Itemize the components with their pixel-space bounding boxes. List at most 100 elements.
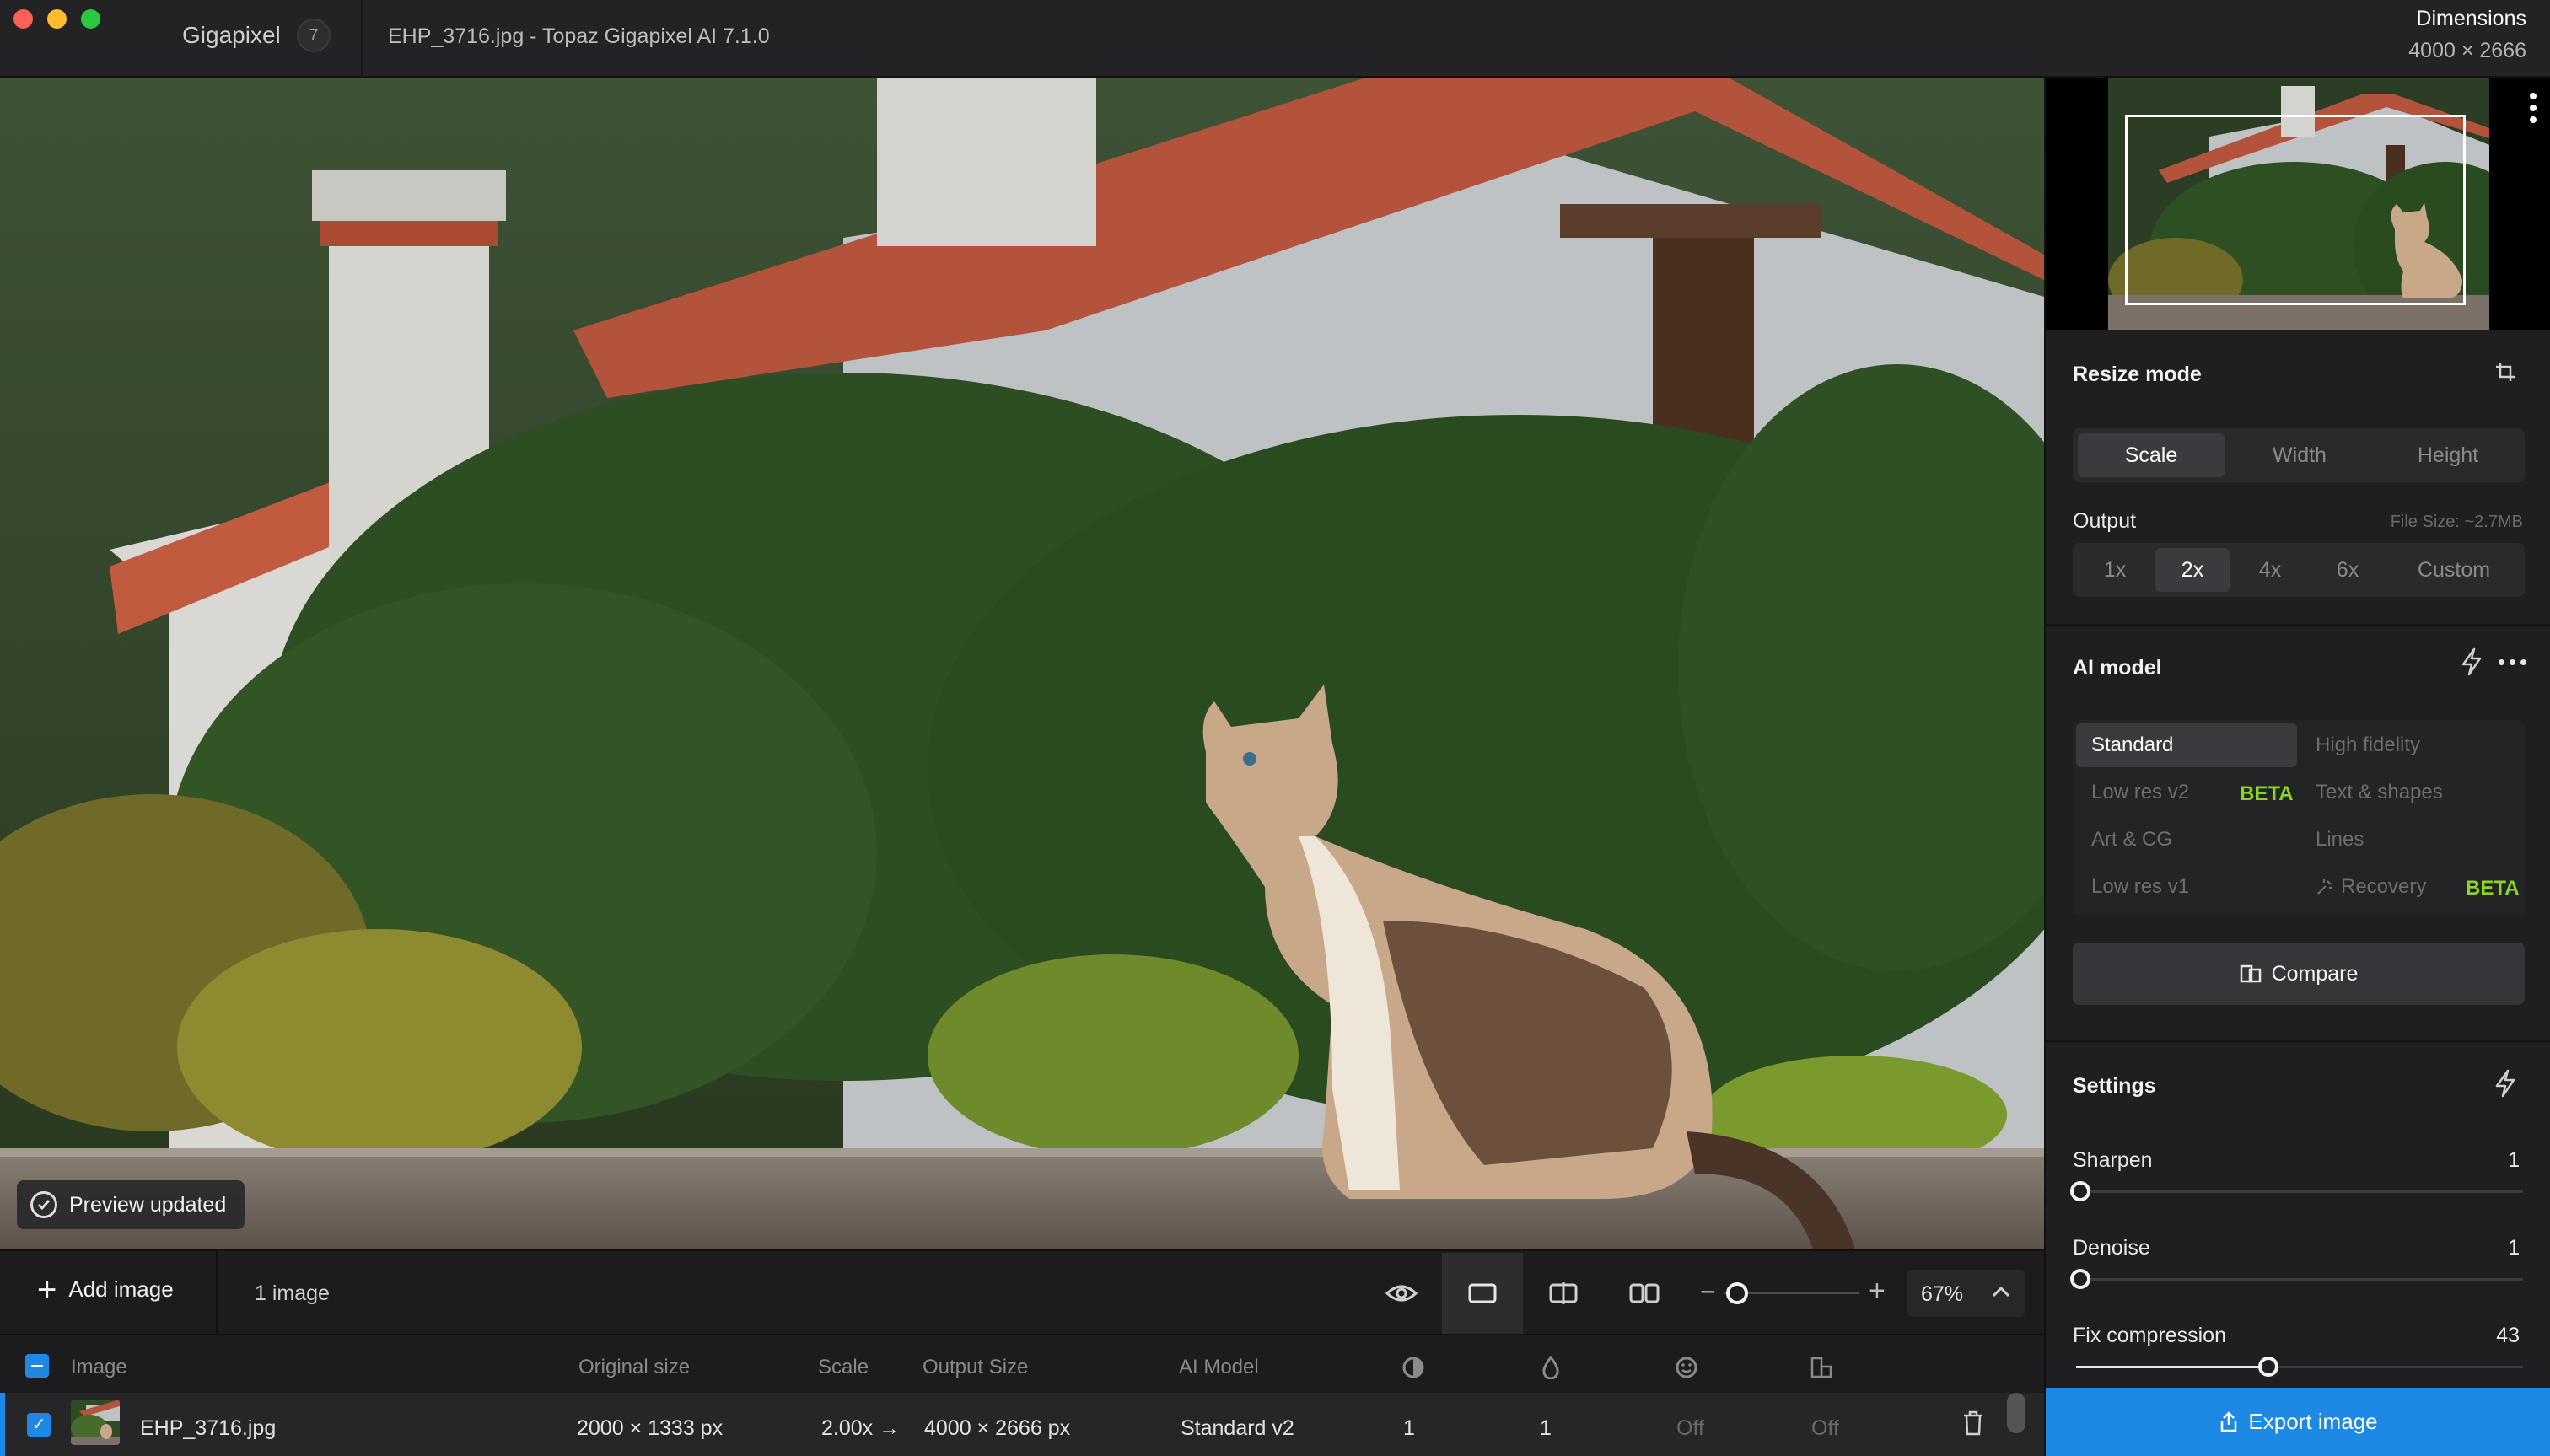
navigator-thumbnail[interactable] [2046, 78, 2550, 330]
lightning-icon[interactable] [2461, 647, 2483, 680]
toast-text: Preview updated [69, 1192, 227, 1217]
header-original-size[interactable]: Original size [578, 1356, 690, 1379]
model-standard[interactable]: Standard [2076, 723, 2297, 767]
toolbar-divider [216, 1251, 218, 1335]
sharpen-slider[interactable] [2070, 1181, 2523, 1201]
recovery-icon [2317, 879, 2332, 895]
crop-icon[interactable] [2494, 361, 2516, 387]
dimensions-value: 4000 × 2666 [2408, 39, 2526, 62]
dimensions-label: Dimensions [2416, 7, 2526, 30]
model-recovery-label: Recovery [2341, 875, 2427, 898]
image-count: 1 image [255, 1281, 330, 1305]
file-size-estimate: File Size: ~2.7MB [2390, 513, 2523, 531]
output-1x[interactable]: 1x [2078, 548, 2152, 592]
split-view-button[interactable] [1523, 1253, 1604, 1334]
table-header: Image Original size Scale Output Size AI… [0, 1334, 2044, 1393]
resize-mode-title: Resize mode [2073, 363, 2202, 386]
fix-compression-label: Fix compression [2073, 1324, 2226, 1347]
check-circle-icon [30, 1191, 57, 1218]
zoom-percent: 67% [1921, 1282, 1964, 1306]
title-divider [361, 0, 363, 78]
header-ai-model[interactable]: AI Model [1179, 1356, 1259, 1379]
model-art-cg[interactable]: Art & CG [2076, 818, 2297, 862]
row-denoise: 1 [1540, 1416, 1552, 1440]
header-image[interactable]: Image [71, 1356, 127, 1379]
trash-icon[interactable] [1961, 1410, 1985, 1443]
row-checkbox[interactable]: ✓ [27, 1413, 51, 1437]
row-original-size: 2000 × 1333 px [577, 1416, 724, 1440]
sharpen-column-icon [1401, 1356, 1425, 1385]
row-face-recovery: Off [1676, 1416, 1704, 1440]
zoom-out-button[interactable]: − [1700, 1276, 1716, 1308]
sharpen-value: 1 [2508, 1148, 2520, 1172]
output-2x[interactable]: 2x [2155, 548, 2230, 592]
output-4x[interactable]: 4x [2233, 548, 2307, 592]
model-high-fidelity[interactable]: High fidelity [2300, 723, 2521, 767]
sharpen-slider-knob[interactable] [2070, 1181, 2091, 1201]
output-scale-options: 1x 2x 4x 6x Custom [2073, 543, 2525, 597]
denoise-slider[interactable] [2070, 1269, 2523, 1289]
row-output-size: 4000 × 2666 px [924, 1416, 1071, 1440]
maximize-window-button[interactable] [81, 9, 100, 29]
export-icon [2221, 1410, 2237, 1432]
table-scrollbar[interactable] [2007, 1393, 2025, 1433]
output-6x[interactable]: 6x [2311, 548, 2385, 592]
zoom-level-dropdown[interactable]: 67% [1907, 1270, 2025, 1317]
denoise-slider-knob[interactable] [2070, 1269, 2091, 1289]
side-by-side-view-button[interactable] [1604, 1253, 1685, 1334]
bottom-toolbar: + Add image 1 image − + 67% [0, 1249, 2044, 1335]
export-image-button[interactable]: Export image [2046, 1388, 2550, 1456]
fix-compression-slider-knob[interactable] [2257, 1357, 2278, 1377]
fix-compression-value: 43 [2496, 1324, 2520, 1347]
chevron-up-icon [1992, 1280, 2010, 1303]
tab-width[interactable]: Width [2226, 433, 2373, 477]
zoom-in-button[interactable]: + [1869, 1275, 1886, 1308]
preview-updated-toast: Preview updated [17, 1180, 245, 1229]
model-recovery[interactable]: Recovery [2300, 865, 2452, 909]
output-custom[interactable]: Custom [2388, 548, 2520, 592]
model-lines[interactable]: Lines [2300, 818, 2521, 862]
version-badge: 7 [297, 19, 331, 52]
title-bar: Gigapixel 7 EHP_3716.jpg - Topaz Gigapix… [0, 0, 2550, 78]
denoise-column-icon [1541, 1355, 1560, 1385]
navigator-viewport-frame[interactable] [2125, 115, 2466, 305]
ai-model-title: AI model [2073, 656, 2162, 680]
tab-scale[interactable]: Scale [2078, 433, 2225, 477]
close-window-button[interactable] [13, 9, 33, 29]
minimize-window-button[interactable] [47, 9, 67, 29]
add-image-button[interactable]: + Add image [37, 1271, 174, 1308]
select-all-checkbox[interactable] [25, 1354, 49, 1378]
face-column-icon [1675, 1356, 1698, 1385]
section-divider [2046, 1040, 2550, 1042]
row-image-name: EHP_3716.jpg [140, 1416, 277, 1440]
single-view-icon [1468, 1283, 1497, 1303]
header-output-size[interactable]: Output Size [923, 1356, 1028, 1379]
compare-button[interactable]: Compare [2073, 943, 2525, 1005]
ai-model-list: Standard Low res v2 BETA Art & CG Low re… [2073, 720, 2525, 916]
single-view-button[interactable] [1442, 1253, 1523, 1334]
auto-settings-lightning-icon[interactable] [2494, 1069, 2516, 1102]
zoom-slider-knob[interactable] [1726, 1282, 1748, 1304]
model-low-res-v1[interactable]: Low res v1 [2076, 865, 2297, 909]
image-preview-canvas[interactable]: Preview updated [0, 78, 2044, 1249]
more-options-icon[interactable] [2530, 93, 2537, 128]
window-title: EHP_3716.jpg - Topaz Gigapixel AI 7.1.0 [388, 24, 770, 48]
compare-label: Compare [2271, 961, 2359, 986]
eye-icon [1385, 1285, 1418, 1302]
model-more-icon[interactable] [2499, 659, 2526, 665]
app-name: Gigapixel [182, 22, 281, 48]
table-row[interactable]: ✓ EHP_3716.jpg 2000 × 1333 px 2.00x → 40… [0, 1393, 2044, 1456]
preview-photo [0, 78, 2044, 1249]
plus-icon: + [37, 1271, 57, 1308]
row-ai-model: Standard v2 [1181, 1416, 1294, 1440]
tab-height[interactable]: Height [2375, 433, 2521, 477]
sharpen-label: Sharpen [2073, 1148, 2153, 1172]
fix-compression-slider-fill [2076, 1366, 2268, 1368]
header-scale[interactable]: Scale [818, 1356, 869, 1379]
fix-compression-slider[interactable] [2076, 1357, 2523, 1377]
export-label: Export image [2248, 1409, 2378, 1434]
model-text-shapes[interactable]: Text & shapes [2300, 771, 2521, 814]
preview-toggle-button[interactable] [1361, 1253, 1442, 1334]
settings-title: Settings [2073, 1074, 2156, 1098]
app-window: Gigapixel 7 EHP_3716.jpg - Topaz Gigapix… [0, 0, 2550, 1456]
